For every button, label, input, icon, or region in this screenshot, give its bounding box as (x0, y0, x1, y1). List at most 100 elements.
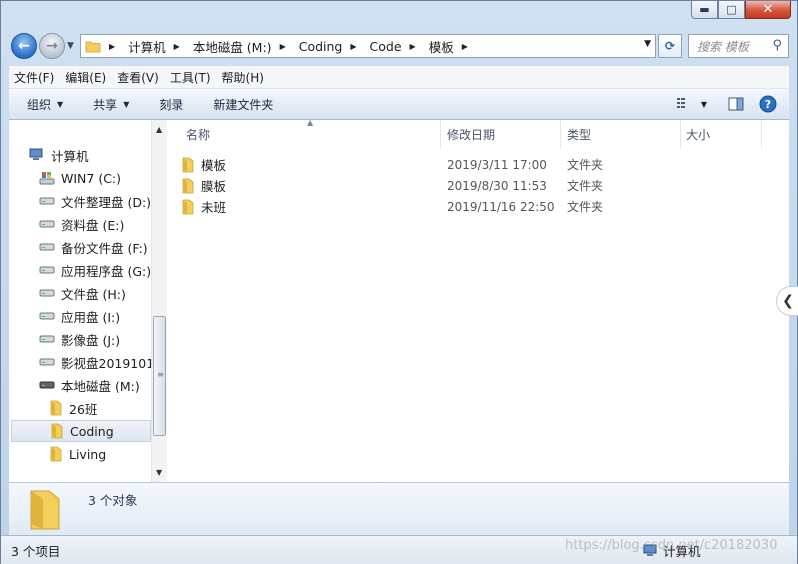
back-button[interactable]: ← (11, 33, 37, 59)
address-history-dropdown[interactable]: ▼ (644, 39, 651, 49)
drive-icon (39, 357, 55, 367)
file-row[interactable]: 膜板 (181, 175, 226, 196)
back-arrow-icon: ← (18, 38, 30, 54)
search-icon[interactable]: ⚲ (772, 38, 782, 53)
folder-icon (50, 423, 64, 439)
address-bar[interactable]: ▶ 计算机 ▶ 本地磁盘 (M:) ▶ Coding ▶ Code ▶ 模板 ▶… (80, 34, 656, 58)
column-divider[interactable] (761, 120, 762, 148)
breadcrumb-code[interactable]: Code (370, 39, 402, 54)
breadcrumb-template[interactable]: 模板 (429, 37, 454, 56)
file-name: 模板 (201, 158, 227, 173)
refresh-button[interactable]: ⟳ (658, 34, 682, 58)
tree-item-drive-h[interactable]: 文件盘 (H:) (39, 282, 126, 304)
tree-item-drive-d[interactable]: 文件整理盘 (D:) (39, 190, 151, 212)
tree-item-living[interactable]: Living (49, 443, 106, 465)
scroll-up-icon[interactable]: ▲ (156, 125, 162, 134)
tree-item-drive-g[interactable]: 应用程序盘 (G:) (39, 259, 151, 281)
minimize-button[interactable]: ▬ (691, 1, 718, 19)
drive-icon (39, 196, 55, 206)
help-icon[interactable]: ? (759, 95, 777, 113)
scroll-down-icon[interactable]: ▼ (156, 468, 162, 477)
folder-icon (181, 178, 195, 194)
breadcrumb-coding[interactable]: Coding (299, 39, 343, 54)
column-header-name[interactable]: 名称 (186, 120, 210, 148)
menu-tools[interactable]: 工具(T) (165, 69, 216, 86)
tree-item-drive-k[interactable]: 影视盘20191016 (39, 351, 151, 373)
file-row[interactable]: 模板 (181, 154, 226, 175)
recent-pages-dropdown[interactable]: ▼ (67, 41, 74, 51)
organize-button[interactable]: 组织 ▼ (9, 96, 73, 113)
tree-item-drive-i[interactable]: 应用盘 (I:) (39, 305, 120, 327)
tree-item-computer[interactable]: 计算机 (29, 144, 89, 166)
drive-icon (39, 380, 55, 390)
column-header-date[interactable]: 修改日期 (447, 120, 495, 148)
navigation-pane: 计算机 WIN7 (C:) 文件整理盘 (D:) 资料盘 (E:) 备份文件盘 … (9, 120, 151, 482)
forward-arrow-icon: → (46, 38, 58, 54)
address-folder-icon: ▶ (85, 39, 122, 53)
tree-item-drive-m[interactable]: 本地磁盘 (M:) (39, 374, 140, 396)
chevron-down-icon: ▼ (57, 99, 64, 109)
menu-file[interactable]: 文件(F) (9, 69, 59, 86)
close-button[interactable]: ✕ (745, 1, 791, 19)
folder-icon (181, 199, 195, 215)
sort-ascending-icon: ▲ (307, 118, 314, 127)
file-list: ▲ 名称 修改日期 类型 大小 模板 2019/3/11 17:00 文件夹 膜… (167, 118, 789, 482)
navigation-scrollbar[interactable]: ▲ ≡ ▼ (151, 120, 168, 482)
tree-item-drive-f[interactable]: 备份文件盘 (F:) (39, 236, 148, 258)
view-tools: ▼ ? (661, 95, 777, 113)
file-date: 2019/3/11 17:00 (447, 157, 547, 172)
caption-buttons: ▬ □ ✕ (691, 1, 791, 19)
folder-icon (49, 446, 63, 462)
tree-item-26ban[interactable]: 26班 (49, 397, 97, 419)
drive-icon (39, 219, 55, 229)
large-folder-icon (27, 487, 67, 534)
refresh-icon: ⟳ (664, 39, 676, 53)
details-pane: 3 个对象 (9, 482, 789, 535)
column-divider[interactable] (560, 120, 561, 148)
column-header-size[interactable]: 大小 (686, 120, 710, 148)
scrollbar-thumb[interactable]: ≡ (153, 316, 166, 436)
breadcrumb-separator-icon[interactable]: ▶ (109, 42, 115, 51)
view-options-icon[interactable] (675, 95, 693, 113)
file-type: 文件夹 (567, 179, 604, 193)
column-divider[interactable] (440, 120, 441, 148)
file-row[interactable]: 未班 (181, 196, 226, 217)
drive-icon (39, 334, 55, 344)
folder-icon (181, 157, 195, 173)
watermark: https://blog.csdn.net/c20182030 (565, 538, 778, 553)
drive-icon (39, 311, 55, 321)
breadcrumb-separator-icon[interactable]: ▶ (348, 42, 363, 51)
object-count: 3 个对象 (88, 493, 138, 508)
breadcrumb-drive-m[interactable]: 本地磁盘 (M:) (193, 37, 272, 56)
column-divider[interactable] (680, 120, 681, 148)
command-bar: 组织 ▼ 共享 ▼ 刻录 新建文件夹 ▼ ? (9, 89, 789, 120)
chevron-down-icon: ▼ (123, 99, 130, 109)
breadcrumb-separator-icon[interactable]: ▶ (408, 42, 423, 51)
tree-item-drive-c[interactable]: WIN7 (C:) (39, 167, 121, 189)
tree-item-coding[interactable]: Coding (11, 420, 151, 442)
burn-button[interactable]: 刻录 (139, 96, 193, 113)
preview-pane-icon[interactable] (727, 95, 745, 113)
file-type: 文件夹 (567, 200, 604, 214)
breadcrumb-separator-icon[interactable]: ▶ (460, 42, 475, 51)
forward-button[interactable]: → (39, 33, 65, 59)
tree-item-drive-j[interactable]: 影像盘 (J:) (39, 328, 120, 350)
column-header-type[interactable]: 类型 (567, 120, 591, 148)
view-dropdown-icon[interactable]: ▼ (695, 95, 713, 113)
new-folder-button[interactable]: 新建文件夹 (193, 96, 283, 113)
breadcrumb-separator-icon[interactable]: ▶ (172, 42, 187, 51)
collapse-chevron-button[interactable]: ❮ (776, 286, 798, 316)
search-input[interactable]: 搜索 模板 ⚲ (688, 34, 789, 58)
drive-icon (39, 265, 55, 275)
tree-item-drive-e[interactable]: 资料盘 (E:) (39, 213, 124, 235)
file-name: 膜板 (201, 179, 227, 194)
menu-help[interactable]: 帮助(H) (217, 69, 269, 86)
svg-text:?: ? (765, 98, 771, 111)
share-button[interactable]: 共享 ▼ (73, 96, 139, 113)
menu-view[interactable]: 查看(V) (112, 69, 164, 86)
menu-edit[interactable]: 编辑(E) (60, 69, 111, 86)
file-date: 2019/8/30 11:53 (447, 178, 547, 193)
breadcrumb-computer[interactable]: 计算机 (128, 37, 166, 56)
maximize-button[interactable]: □ (718, 1, 745, 19)
breadcrumb-separator-icon[interactable]: ▶ (278, 42, 293, 51)
